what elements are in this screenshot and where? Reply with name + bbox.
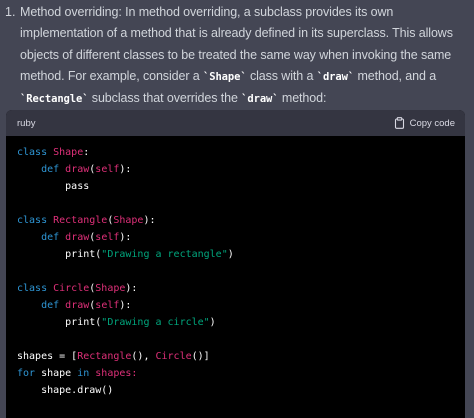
code-line: shapes = [Rectangle(), Circle()] [17,348,465,365]
code-block: ruby Copy code class Shape: def draw(sel… [6,110,465,418]
inline-code: `draw` [316,70,355,83]
code-line: class Shape: [17,144,465,161]
inline-code: `Rectangle` [20,93,89,106]
code-token: Rectangle [77,351,132,362]
code-line: pass [17,178,465,195]
code-token: Shape [113,215,144,226]
code-token: def [17,300,66,311]
list-number: 1. [5,5,16,19]
code-token: "Drawing a rectangle" [101,249,228,260]
code-line: def draw(self): [17,161,465,178]
code-token: for [17,368,42,379]
code-token: Circle [155,351,192,362]
code-token: self [95,164,120,175]
code-token: ): [119,164,132,175]
paragraph-text: Method overriding: In method overriding,… [20,2,466,110]
code-token: in [77,368,96,379]
clipboard-icon [394,117,405,129]
code-language-label: ruby [17,117,36,129]
code-line: shape.draw() [17,382,465,399]
code-token: draw [65,232,90,243]
code-token: ) [227,249,234,260]
code-token: self [95,300,120,311]
code-token: shape [41,368,78,379]
code-token: def [17,164,66,175]
copy-code-button[interactable]: Copy code [394,117,455,129]
inline-code: `draw` [241,93,279,106]
code-token: shapes = [ [17,351,78,362]
code-token: ): [143,215,156,226]
code-token: class [17,147,54,158]
code-line: class Rectangle(Shape): [17,212,465,229]
code-token: print( [17,317,102,328]
code-token: (), [131,351,156,362]
code-token: draw [65,164,90,175]
code-content: class Shape: def draw(self): pass class R… [6,136,465,399]
code-token: Rectangle [53,215,108,226]
code-line: for shape in shapes: [17,365,465,382]
code-line: print("Drawing a circle") [17,314,465,331]
code-token: pass [17,181,90,192]
paragraph-text-part: class with a [246,68,317,83]
code-token: ()] [191,351,210,362]
code-token: print( [17,249,102,260]
code-token: "Drawing a circle" [101,317,210,328]
code-token: ): [119,300,132,311]
code-token: draw [65,300,90,311]
code-token: Circle [53,283,90,294]
code-line: def draw(self): [17,229,465,246]
paragraph-text-part: subclass that overrides the [88,91,242,106]
code-token: shape.draw() [17,385,114,396]
code-token: ): [119,232,132,243]
code-token: shapes: [95,368,138,379]
code-token: Shape [53,147,84,158]
code-line: print("Drawing a rectangle") [17,246,465,263]
code-token: def [17,232,66,243]
copy-code-label: Copy code [409,117,455,129]
code-line: class Circle(Shape): [17,280,465,297]
code-token: ): [125,283,138,294]
inline-code: `Shape` [203,70,247,83]
code-line: def draw(self): [17,297,465,314]
code-token: : [83,147,90,158]
code-token: Shape [95,283,126,294]
code-token: self [95,232,120,243]
code-token: class [17,283,54,294]
paragraph-text-part: method: [278,91,327,106]
paragraph-text-part: method, and a [354,68,437,83]
code-token: class [17,215,54,226]
code-token: ) [209,317,216,328]
code-block-header: ruby Copy code [6,110,465,136]
